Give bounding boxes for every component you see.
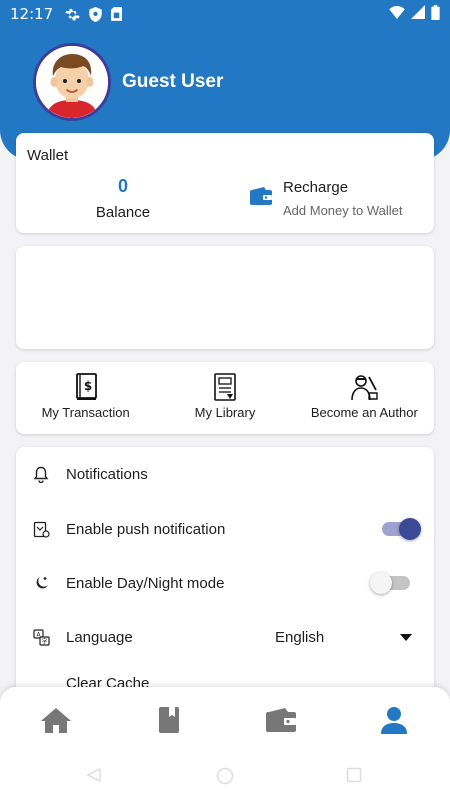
recharge-subtitle: Add Money to Wallet [283, 203, 403, 218]
push-notification-icon [32, 520, 50, 538]
back-icon[interactable] [86, 767, 102, 788]
my-library-button[interactable]: My Library [155, 362, 294, 434]
library-icon [214, 373, 236, 401]
day-night-toggle[interactable] [370, 572, 410, 594]
bell-icon [32, 465, 50, 483]
wallet-title: Wallet [27, 147, 69, 164]
balance-value: 0 [117, 176, 128, 196]
nav-home[interactable] [0, 687, 113, 753]
nav-wallet[interactable] [225, 687, 338, 753]
sim-card-icon [111, 7, 123, 21]
chevron-down-icon[interactable] [400, 633, 412, 641]
push-notification-toggle[interactable] [382, 518, 421, 540]
book-icon [158, 707, 179, 733]
status-time: 12:17 [10, 5, 54, 23]
nav-library[interactable] [113, 687, 226, 753]
home-circle-icon[interactable] [216, 767, 234, 790]
recents-icon[interactable] [346, 767, 362, 788]
wallet-icon [266, 708, 297, 732]
notifications-label: Notifications [66, 465, 148, 483]
balance-label: Balance [95, 204, 151, 221]
my-transaction-label: My Transaction [41, 405, 130, 420]
language-select-value[interactable]: English [275, 629, 324, 646]
language-label: Language [66, 628, 133, 646]
language-icon: A字 [32, 628, 50, 646]
wifi-icon [389, 5, 405, 23]
language-row: A字 Language English [16, 617, 434, 657]
bottom-navigation [0, 687, 450, 753]
avatar-illustration-icon [36, 46, 108, 118]
day-night-row: Enable Day/Night mode [16, 563, 434, 603]
svg-text:字: 字 [41, 637, 47, 645]
user-name: Guest User [122, 71, 224, 92]
my-transaction-button[interactable]: $ My Transaction [16, 362, 155, 434]
nav-profile[interactable] [338, 687, 450, 753]
settings-gear-icon [65, 7, 80, 22]
recharge-button[interactable]: Recharge [283, 179, 348, 196]
signal-icon [411, 5, 425, 23]
status-bar: 12:17 [0, 0, 450, 28]
author-icon [351, 375, 379, 401]
quick-actions: $ My Transaction My Library Become an Au… [16, 362, 434, 434]
become-author-button[interactable]: Become an Author [295, 362, 434, 434]
profile-icon [380, 707, 407, 734]
shield-icon [89, 6, 102, 22]
transaction-book-icon: $ [75, 373, 97, 400]
my-library-label: My Library [194, 405, 256, 420]
wallet-card: Wallet 0 Balance Recharge Add Money to W… [16, 133, 434, 233]
push-notification-row: Enable push notification [16, 509, 434, 549]
avatar[interactable] [33, 43, 111, 121]
battery-icon [431, 4, 440, 24]
day-night-icon [32, 574, 50, 592]
svg-text:$: $ [83, 379, 91, 393]
become-author-label: Become an Author [310, 405, 418, 420]
push-notification-label: Enable push notification [66, 520, 226, 538]
wallet-icon[interactable] [250, 187, 272, 210]
day-night-label: Enable Day/Night mode [66, 574, 225, 592]
banner-placeholder [16, 246, 434, 349]
home-icon [41, 708, 72, 733]
notifications-row[interactable]: Notifications [16, 454, 434, 494]
system-navigation-bar [0, 753, 450, 800]
